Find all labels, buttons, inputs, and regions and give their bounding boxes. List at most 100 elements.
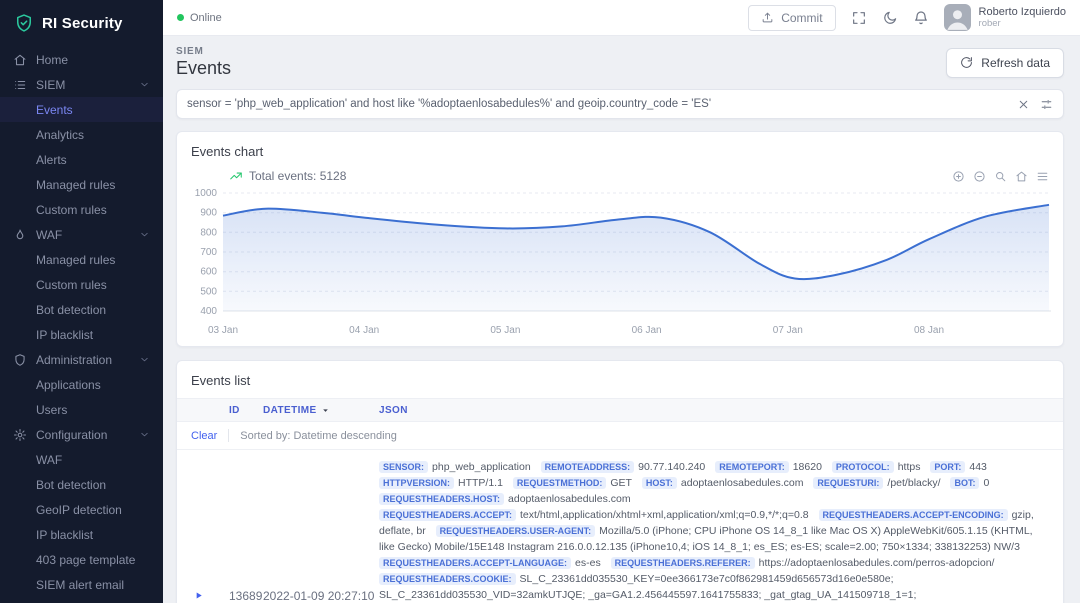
sidebar-item-bot-detection[interactable]: Bot detection [0,297,163,322]
sidebar-item-alerts[interactable]: Alerts [0,147,163,172]
json-value: 443 [969,461,987,473]
json-value: https [898,461,921,473]
sidebar-group-siem[interactable]: SIEM [0,72,163,97]
sidebar-item-label: Bot detection [36,303,106,317]
json-value: 0 [983,477,989,489]
chevron-down-icon [139,354,150,365]
table-row[interactable]: 13689 2022-01-09 20:27:10 SENSOR:php_web… [177,450,1063,603]
json-value: adoptaenlosabedules.com [681,477,804,489]
chevron-down-icon [139,229,150,240]
chart-legend: Total events: 5128 [229,169,346,183]
sidebar-item-label: Events [36,103,73,117]
commit-button[interactable]: Commit [748,5,835,31]
online-status-dot [177,14,184,21]
sidebar-item-analytics[interactable]: Analytics [0,122,163,147]
events-chart[interactable]: 400500600700800900100003 Jan04 Jan05 Jan… [191,187,1049,344]
user-handle: rober [979,19,1066,29]
svg-text:500: 500 [200,286,217,297]
clear-sort-link[interactable]: Clear [191,430,217,442]
json-key-badge: REMOTEADDRESS: [541,461,635,473]
user-menu[interactable]: Roberto Izquierdo rober [944,4,1066,31]
sidebar-group-label: WAF [36,228,62,242]
refresh-data-button[interactable]: Refresh data [946,48,1064,78]
dark-mode-moon-icon[interactable] [882,10,898,26]
svg-text:400: 400 [200,306,217,317]
sidebar-item-ip-blacklist[interactable]: IP blacklist [0,522,163,547]
clear-filter-x-icon[interactable] [1017,98,1030,111]
filter-query-input[interactable]: sensor = 'php_web_application' and host … [176,89,1064,119]
sidebar-item-applications[interactable]: Applications [0,372,163,397]
svg-text:800: 800 [200,227,217,238]
sidebar-group-waf[interactable]: WAF [0,222,163,247]
json-key-badge: REQUESTHEADERS.REFERER: [611,557,755,569]
user-name: Roberto Izquierdo [979,6,1066,19]
column-header-datetime[interactable]: DATETIME [263,405,379,416]
svg-text:700: 700 [200,247,217,258]
column-header-json[interactable]: JSON [379,405,1049,416]
filter-sliders-icon[interactable] [1040,98,1053,111]
zoom-out-icon[interactable] [973,170,986,183]
sidebar-item-geoip-detection[interactable]: GeoIP detection [0,497,163,522]
config-gear-icon [13,428,27,442]
sidebar-item-home[interactable]: Home [0,47,163,72]
json-key-badge: HTTPVERSION: [379,477,454,489]
sidebar-item-bot-detection[interactable]: Bot detection [0,472,163,497]
svg-text:1000: 1000 [195,188,218,199]
notifications-bell-icon[interactable] [913,10,929,26]
sidebar-item-custom-rules[interactable]: Custom rules [0,197,163,222]
topbar: Online Commit Roberto Izquierdo rober [163,0,1080,36]
json-key-badge: SENSOR: [379,461,428,473]
sidebar-item-403-page-template[interactable]: 403 page template [0,547,163,572]
events-list-card: Events list ID DATETIME JSON Clear [176,360,1064,603]
json-value: 18620 [793,461,822,473]
sidebar-item-label: Alerts [36,153,67,167]
sidebar-item-siem-alert-email[interactable]: SIEM alert email [0,572,163,597]
sidebar-item-managed-rules[interactable]: Managed rules [0,247,163,272]
online-status-label: Online [190,12,222,24]
divider [228,429,229,442]
sidebar-item-custom-rules[interactable]: Custom rules [0,272,163,297]
json-key-badge: REQUESTHEADERS.ACCEPT-LANGUAGE: [379,557,571,569]
json-key-badge: REQUESTHEADERS.COOKIE: [379,573,516,585]
fullscreen-icon[interactable] [851,10,867,26]
svg-text:04 Jan: 04 Jan [349,325,379,336]
svg-text:05 Jan: 05 Jan [490,325,520,336]
chevron-down-icon [139,429,150,440]
json-key-badge: PORT: [930,461,965,473]
sidebar-item-label: Users [36,403,67,417]
column-header-id[interactable]: ID [229,405,263,416]
sidebar-item-label: Managed rules [36,253,115,267]
shield-check-logo-icon [14,13,34,33]
expand-row-icon[interactable] [193,590,204,601]
chart-menu-icon[interactable] [1036,170,1049,183]
sidebar-item-waf[interactable]: WAF [0,447,163,472]
page-content: SIEM Events Refresh data sensor = 'php_w… [163,36,1080,603]
json-value: adoptaenlosabedules.com [508,493,631,505]
sidebar-item-label: Applications [36,378,101,392]
sidebar-item-label: Home [36,53,68,67]
sidebar-item-events[interactable]: Events [0,97,163,122]
json-key-badge: REQUESTHEADERS.ACCEPT-ENCODING: [819,509,1008,521]
sidebar-item-label: IP blacklist [36,328,93,342]
zoom-in-icon[interactable] [952,170,965,183]
sidebar-item-users[interactable]: Users [0,397,163,422]
sort-status-bar: Clear Sorted by: Datetime descending [177,422,1063,450]
chart-legend-label: Total events: 5128 [249,169,346,183]
event-id-cell: 13689 [229,589,263,603]
sidebar-item-label: GeoIP detection [36,503,122,517]
refresh-icon [960,56,973,69]
sidebar-item-label: IP blacklist [36,528,93,542]
json-value: https://adoptaenlosabedules.com/perros-a… [759,557,995,569]
reset-zoom-home-icon[interactable] [1015,170,1028,183]
waf-flame-icon [13,228,27,242]
json-value: HTTP/1.1 [458,477,503,489]
sidebar-item-managed-rules[interactable]: Managed rules [0,172,163,197]
upload-icon [761,11,774,24]
sidebar-item-ip-blacklist[interactable]: IP blacklist [0,322,163,347]
sidebar-group-administration[interactable]: Administration [0,347,163,372]
main-panel: Online Commit Roberto Izquierdo rober [163,0,1080,603]
refresh-data-label: Refresh data [981,56,1050,70]
json-cell: SENSOR:php_web_application REMOTEADDRESS… [379,460,1049,603]
selection-zoom-magnifier-icon[interactable] [994,170,1007,183]
sidebar-group-configuration[interactable]: Configuration [0,422,163,447]
